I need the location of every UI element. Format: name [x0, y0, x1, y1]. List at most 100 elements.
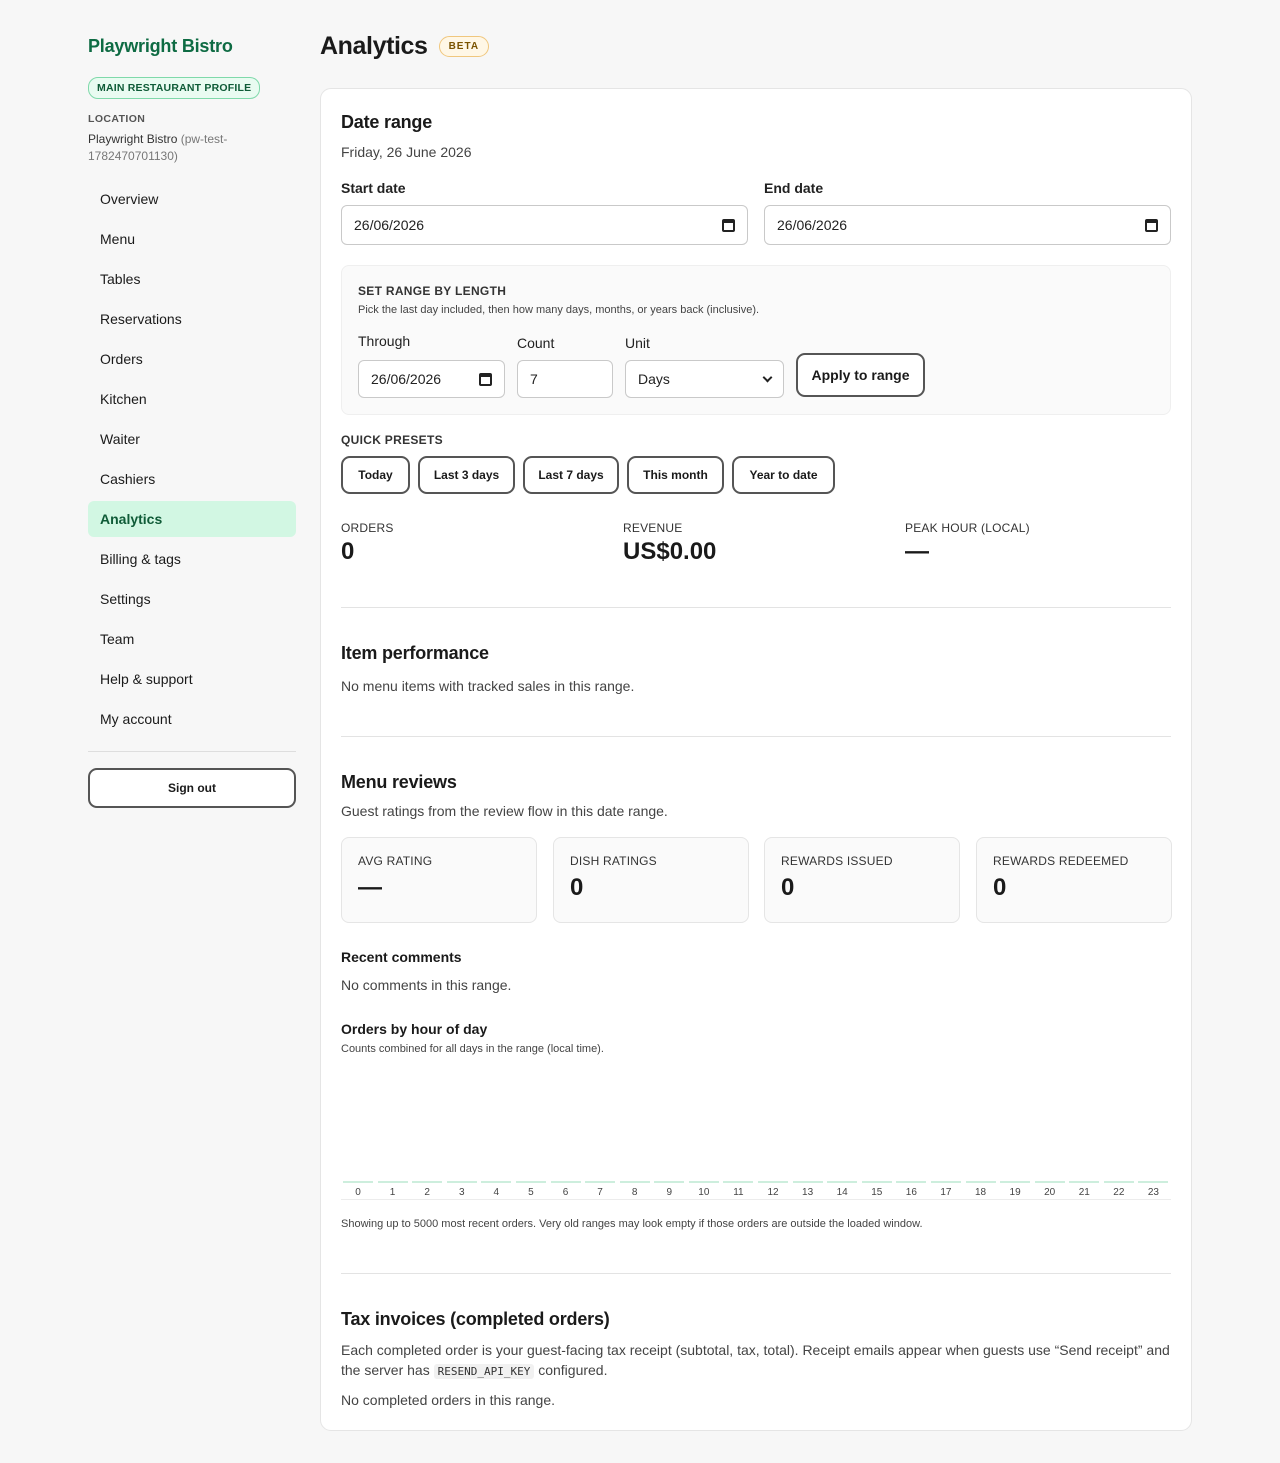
beta-badge: BETA: [438, 36, 490, 57]
brand-name: Playwright Bistro: [88, 36, 233, 56]
hour-bar: [723, 1181, 754, 1183]
hour-bar: [792, 1181, 823, 1183]
start-date-input[interactable]: 26/06/2026: [341, 205, 748, 245]
hour-tick-label: 0: [355, 1187, 361, 1198]
page-title: Analytics: [320, 32, 428, 60]
sidebar-item-cashiers[interactable]: Cashiers: [88, 461, 296, 497]
preset-year-to-date-button[interactable]: Year to date: [732, 456, 835, 494]
calendar-icon[interactable]: [722, 218, 735, 232]
preset-this-month-button[interactable]: This month: [627, 456, 724, 494]
start-date-value: 26/06/2026: [354, 217, 425, 233]
peak-hour-label: PEAK HOUR (LOCAL): [905, 521, 1030, 535]
hour-tick-label: 8: [631, 1187, 638, 1198]
start-date-label: Start date: [341, 180, 406, 196]
location-name: Playwright Bistro: [88, 132, 178, 146]
section-divider: [341, 1273, 1171, 1274]
hour-bar: [896, 1181, 927, 1183]
through-label: Through: [358, 333, 411, 349]
sidebar-item-help-and-support[interactable]: Help & support: [88, 661, 296, 697]
hour-tick-label: 12: [767, 1187, 779, 1198]
revenue-value: US$0.00: [623, 538, 717, 565]
section-divider: [341, 736, 1171, 737]
preset-today-button[interactable]: Today: [341, 456, 410, 494]
hour-bar: [515, 1181, 546, 1183]
sidebar-item-my-account[interactable]: My account: [88, 701, 296, 737]
calendar-icon[interactable]: [1145, 218, 1158, 232]
page-header: Analytics BETA: [320, 32, 490, 61]
hour-tick-label: 5: [528, 1187, 534, 1198]
sidebar-item-tables[interactable]: Tables: [88, 261, 296, 297]
review-card-value: 0: [993, 874, 1007, 901]
orders-by-hour-title: Orders by hour of day: [341, 1021, 488, 1037]
unit-label: Unit: [625, 335, 650, 351]
hour-tick-label: 21: [1078, 1187, 1090, 1198]
hour-tick-label: 3: [458, 1187, 465, 1198]
sidebar-item-menu[interactable]: Menu: [88, 221, 296, 257]
item-performance-title: Item performance: [341, 643, 489, 663]
hour-bar: [654, 1181, 685, 1183]
location-value: Playwright Bistro (pw-test-1782470701130…: [88, 131, 296, 165]
tax-invoices-title: Tax invoices (completed orders): [341, 1309, 610, 1329]
range-by-length-panel: SET RANGE BY LENGTH Pick the last day in…: [341, 265, 1171, 415]
orders-label: ORDERS: [341, 521, 394, 535]
count-input[interactable]: 7: [517, 360, 613, 398]
sidebar-item-orders[interactable]: Orders: [88, 341, 296, 377]
end-date-value: 26/06/2026: [777, 217, 848, 233]
hour-bar: [481, 1181, 512, 1183]
hour-bar: [446, 1181, 477, 1183]
calendar-icon[interactable]: [479, 372, 492, 386]
hour-bar: [930, 1181, 961, 1183]
hour-bar: [550, 1181, 581, 1183]
tax-invoices-description: Each completed order is your guest-facin…: [341, 1340, 1171, 1382]
hour-tick-label: 20: [1044, 1187, 1056, 1198]
review-card-value: —: [358, 874, 382, 901]
tax-invoices-empty: No completed orders in this range.: [341, 1392, 555, 1408]
recent-comments-empty: No comments in this range.: [341, 977, 512, 993]
hour-tick-label: 23: [1147, 1187, 1159, 1198]
sidebar-item-analytics[interactable]: Analytics: [88, 501, 296, 537]
item-performance-empty: No menu items with tracked sales in this…: [341, 678, 635, 694]
hour-tick-label: 17: [940, 1187, 952, 1198]
hour-bar: [965, 1181, 996, 1183]
hour-tick-label: 6: [562, 1187, 569, 1198]
apply-to-range-button[interactable]: Apply to range: [796, 353, 925, 397]
sidebar-item-billing-and-tags[interactable]: Billing & tags: [88, 541, 296, 577]
sidebar-item-waiter[interactable]: Waiter: [88, 421, 296, 457]
sign-out-button[interactable]: Sign out: [88, 768, 296, 808]
hour-tick-label: 15: [871, 1187, 883, 1198]
unit-select[interactable]: Days: [625, 360, 784, 398]
revenue-label: REVENUE: [623, 521, 683, 535]
quick-presets: Today Last 3 days Last 7 days This month Yea…: [341, 456, 843, 494]
tax-desc-part-b: the server has: [341, 1362, 430, 1378]
hour-bar: [619, 1181, 650, 1183]
menu-reviews-subtitle: Guest ratings from the review flow in th…: [341, 803, 668, 819]
preset-last-7-days-button[interactable]: Last 7 days: [523, 456, 619, 494]
sidebar-item-kitchen[interactable]: Kitchen: [88, 381, 296, 417]
sidebar-item-team[interactable]: Team: [88, 621, 296, 657]
through-date-input[interactable]: 26/06/2026: [358, 360, 505, 398]
location-label: LOCATION: [88, 113, 146, 125]
hour-bar: [412, 1181, 443, 1183]
orders-by-hour-note: Showing up to 5000 most recent orders. V…: [341, 1218, 923, 1230]
end-date-input[interactable]: 26/06/2026: [764, 205, 1171, 245]
hour-tick-label: 2: [424, 1187, 430, 1198]
hour-bar: [1069, 1181, 1100, 1183]
hour-bar: [1000, 1181, 1031, 1183]
hour-tick-label: 4: [493, 1187, 500, 1198]
review-card-label: AVG RATING: [358, 854, 433, 868]
review-card-rewards-redeemed: REWARDS REDEEMED 0: [976, 837, 1172, 923]
sidebar-item-overview[interactable]: Overview: [88, 181, 296, 217]
peak-hour-value: —: [905, 538, 929, 565]
tax-desc-part-a: Each completed order is your guest-facin…: [341, 1342, 1170, 1358]
review-card-label: REWARDS ISSUED: [781, 854, 893, 868]
end-date-label: End date: [764, 180, 824, 196]
preset-last-3-days-button[interactable]: Last 3 days: [418, 456, 515, 494]
hour-bar: [585, 1181, 616, 1183]
range-length-title: SET RANGE BY LENGTH: [358, 284, 507, 298]
sidebar-item-settings[interactable]: Settings: [88, 581, 296, 617]
sidebar-item-reservations[interactable]: Reservations: [88, 301, 296, 337]
orders-by-hour-subtitle: Counts combined for all days in the rang…: [341, 1043, 604, 1055]
review-card-rewards-issued: REWARDS ISSUED 0: [764, 837, 960, 923]
orders-value: 0: [341, 538, 355, 565]
hour-tick-label: 9: [666, 1187, 673, 1198]
